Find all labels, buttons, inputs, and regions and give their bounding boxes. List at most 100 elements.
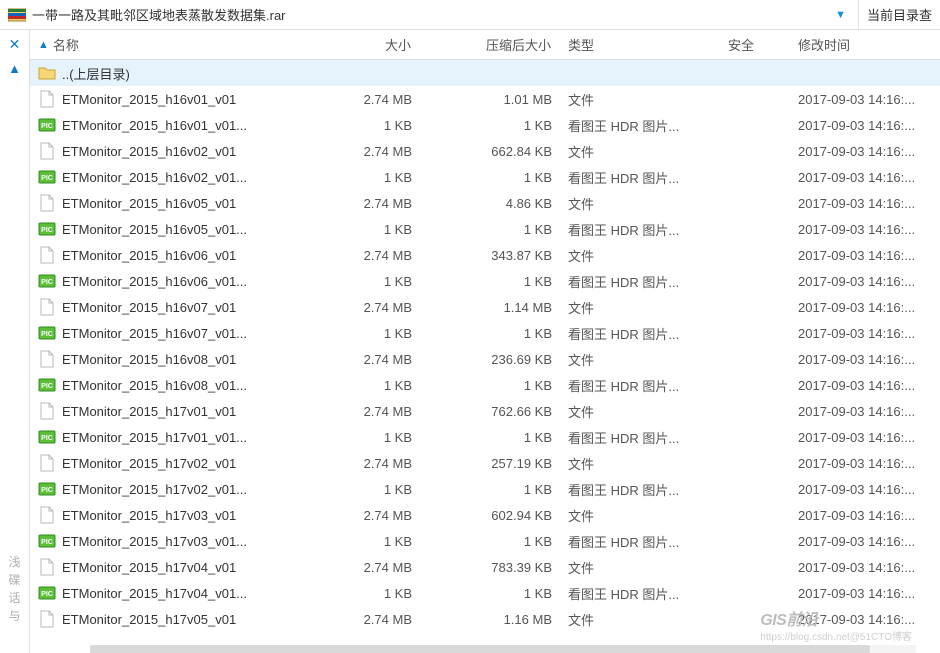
file-type: 看图王 HDR 图片... [560, 320, 720, 346]
table-row[interactable]: PICETMonitor_2015_h17v01_v01...1 KB1 KB看… [30, 424, 940, 450]
svg-text:PIC: PIC [41, 331, 53, 338]
packed-size: 236.69 KB [420, 346, 560, 372]
table-row[interactable]: ETMonitor_2015_h17v03_v012.74 MB602.94 K… [30, 502, 940, 528]
file-type: 文件 [560, 398, 720, 424]
table-row[interactable]: ETMonitor_2015_h16v02_v012.74 MB662.84 K… [30, 138, 940, 164]
file-safe [720, 346, 790, 372]
table-row[interactable]: ETMonitor_2015_h16v05_v012.74 MB4.86 KB文… [30, 190, 940, 216]
table-row[interactable]: ETMonitor_2015_h16v07_v012.74 MB1.14 MB文… [30, 294, 940, 320]
pic-icon: PIC [38, 324, 56, 342]
pic-icon: PIC [38, 428, 56, 446]
table-row[interactable]: ETMonitor_2015_h17v02_v01 2.74 MB257.19 K… [30, 450, 940, 476]
file-size: 1 KB [320, 372, 420, 398]
file-size: 2.74 MB [320, 242, 420, 268]
table-row[interactable]: ETMonitor_2015_h17v04_v012.74 MB783.39 K… [30, 554, 940, 580]
packed-size: 1.14 MB [420, 294, 560, 320]
packed-size: 1 KB [420, 112, 560, 138]
table-row[interactable]: ETMonitor_2015_h16v08_v012.74 MB236.69 K… [30, 346, 940, 372]
close-icon[interactable]: ✕ [9, 36, 21, 53]
file-safe [720, 606, 790, 632]
table-row[interactable]: PICETMonitor_2015_h17v04_v01...1 KB1 KB看… [30, 580, 940, 606]
table-row[interactable]: ETMonitor_2015_h17v01_v012.74 MB762.66 K… [30, 398, 940, 424]
table-row[interactable]: PICETMonitor_2015_h16v02_v01...1 KB1 KB看… [30, 164, 940, 190]
file-type: 文件 [560, 190, 720, 216]
file-name: ETMonitor_2015_h17v02_v01 [62, 456, 236, 471]
file-safe [720, 294, 790, 320]
col-header-mtime[interactable]: 修改时间 [790, 30, 940, 59]
svg-text:PIC: PIC [41, 123, 53, 130]
packed-size: 257.19 KB [420, 450, 560, 476]
file-type: 看图王 HDR 图片... [560, 372, 720, 398]
table-row[interactable]: PICETMonitor_2015_h16v01_v01...1 KB1 KB看… [30, 112, 940, 138]
svg-text:PIC: PIC [41, 227, 53, 234]
table-row[interactable]: PICETMonitor_2015_h16v07_v01...1 KB1 KB看… [30, 320, 940, 346]
up-arrow-icon[interactable]: ▲ [8, 61, 21, 76]
col-header-packed[interactable]: 压缩后大小 [420, 30, 560, 59]
file-size: 1 KB [320, 112, 420, 138]
col-header-size[interactable]: 大小 [320, 30, 420, 59]
file-mtime: 2017-09-03 14:16:... [790, 372, 940, 398]
file-mtime: 2017-09-03 14:16:... [790, 554, 940, 580]
col-header-name[interactable]: ▲ 名称 [30, 30, 320, 59]
svg-text:PIC: PIC [41, 591, 53, 598]
file-safe [720, 502, 790, 528]
column-headers: ▲ 名称 大小 压缩后大小 类型 安全 修改时间 [30, 30, 940, 60]
file-mtime: 2017-09-03 14:16:... [790, 502, 940, 528]
file-size: 2.74 MB [320, 450, 420, 476]
file-type: 看图王 HDR 图片... [560, 112, 720, 138]
table-row[interactable]: ETMonitor_2015_h16v01_v012.74 MB1.01 MB文… [30, 86, 940, 112]
col-header-type[interactable]: 类型 [560, 30, 720, 59]
table-row[interactable]: PICETMonitor_2015_h16v08_v01...1 KB1 KB看… [30, 372, 940, 398]
file-size: 2.74 MB [320, 138, 420, 164]
sort-asc-icon: ▲ [38, 39, 49, 51]
table-row[interactable]: PICETMonitor_2015_h16v05_v01...1 KB1 KB看… [30, 216, 940, 242]
file-size: 2.74 MB [320, 294, 420, 320]
table-row[interactable]: PICETMonitor_2015_h16v06_v01...1 KB1 KB看… [30, 268, 940, 294]
file-mtime: 2017-09-03 14:16:... [790, 320, 940, 346]
col-header-safe[interactable]: 安全 [720, 30, 790, 59]
file-safe [720, 580, 790, 606]
pic-icon: PIC [38, 532, 56, 550]
svg-text:PIC: PIC [41, 383, 53, 390]
file-mtime: 2017-09-03 14:16:... [790, 450, 940, 476]
file-name: ETMonitor_2015_h17v04_v01 [62, 560, 236, 575]
packed-size: 4.86 KB [420, 190, 560, 216]
svg-text:PIC: PIC [41, 435, 53, 442]
file-type: 文件 [560, 138, 720, 164]
up-dir-label: ..(上层目录) [62, 64, 130, 83]
file-size: 2.74 MB [320, 346, 420, 372]
packed-size: 1 KB [420, 528, 560, 554]
file-icon [38, 610, 56, 628]
horizontal-scrollbar[interactable] [90, 645, 916, 653]
table-row[interactable]: PICETMonitor_2015_h17v02_v01...1 KB1 KB看… [30, 476, 940, 502]
packed-size: 1 KB [420, 164, 560, 190]
file-safe [720, 476, 790, 502]
current-dir-button[interactable]: 当前目录查 [858, 0, 940, 29]
file-name: ETMonitor_2015_h16v05_v01... [62, 222, 247, 237]
table-row[interactable]: ETMonitor_2015_h16v06_v012.74 MB343.87 K… [30, 242, 940, 268]
packed-size: 1 KB [420, 268, 560, 294]
file-mtime: 2017-09-03 14:16:... [790, 268, 940, 294]
file-type: 文件 [560, 554, 720, 580]
horizontal-scroll-thumb[interactable] [90, 645, 870, 653]
packed-size: 762.66 KB [420, 398, 560, 424]
dropdown-icon[interactable]: ▼ [835, 9, 846, 21]
file-mtime: 2017-09-03 14:16:... [790, 216, 940, 242]
file-mtime: 2017-09-03 14:16:... [790, 424, 940, 450]
file-mtime: 2017-09-03 14:16:... [790, 86, 940, 112]
file-safe [720, 554, 790, 580]
file-safe [720, 216, 790, 242]
table-row[interactable]: PICETMonitor_2015_h17v03_v01...1 KB1 KB看… [30, 528, 940, 554]
file-name: ETMonitor_2015_h16v01_v01... [62, 118, 247, 133]
file-safe [720, 424, 790, 450]
up-dir-row[interactable]: ..(上层目录) [30, 60, 940, 86]
file-mtime: 2017-09-03 14:16:... [790, 242, 940, 268]
file-size: 2.74 MB [320, 86, 420, 112]
file-type: 看图王 HDR 图片... [560, 476, 720, 502]
packed-size: 783.39 KB [420, 554, 560, 580]
file-name: ETMonitor_2015_h16v05_v01 [62, 196, 236, 211]
file-type: 看图王 HDR 图片... [560, 424, 720, 450]
file-mtime: 2017-09-03 14:16:... [790, 138, 940, 164]
pic-icon: PIC [38, 272, 56, 290]
table-row[interactable]: ETMonitor_2015_h17v05_v012.74 MB1.16 MB文… [30, 606, 940, 632]
